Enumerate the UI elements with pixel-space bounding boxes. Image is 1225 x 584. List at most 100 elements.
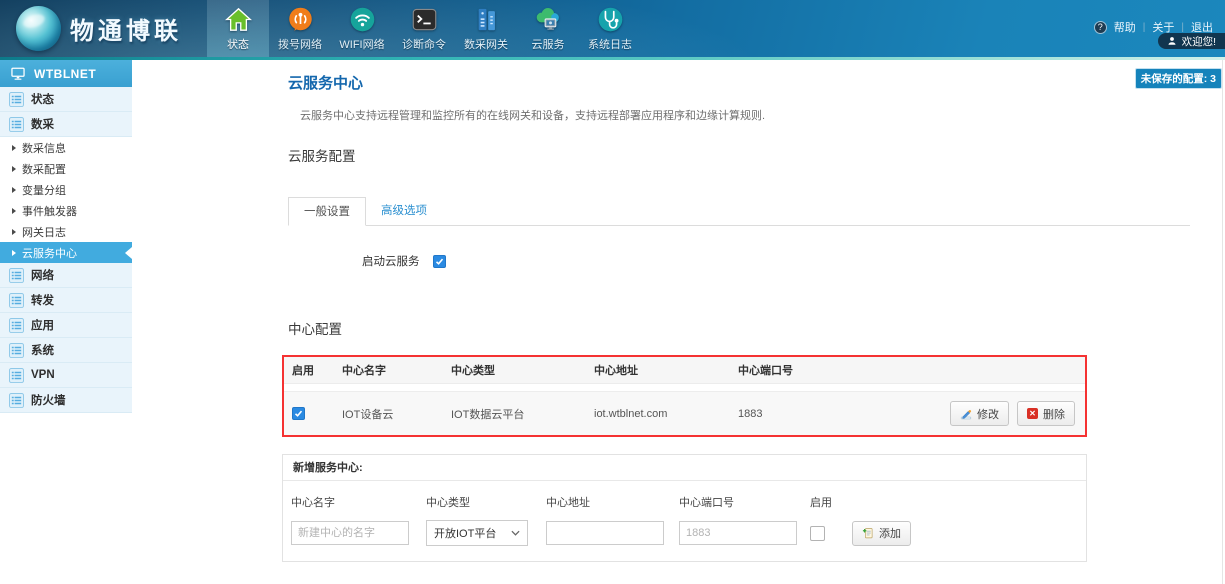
- section-cloud-config-title: 云服务配置: [288, 145, 1190, 165]
- sidebar-item-firewall[interactable]: 防火墙: [0, 388, 132, 413]
- page-title: 云服务中心: [288, 72, 1190, 93]
- new-center-enabled-checkbox[interactable]: [810, 526, 825, 541]
- center-type-select[interactable]: 开放IOT平台: [426, 520, 528, 546]
- center-type-selected-value: 开放IOT平台: [434, 525, 496, 541]
- brand-logo: 物通博联: [16, 6, 182, 51]
- sidebar-subitem-cloud-service-center[interactable]: 云服务中心: [0, 242, 132, 263]
- center-address-input[interactable]: [546, 521, 664, 545]
- caret-right-icon: [12, 145, 16, 151]
- label-center-address: 中心地址: [546, 494, 679, 510]
- list-icon: [9, 318, 24, 333]
- check-icon: [294, 409, 303, 418]
- globe-logo-icon: [16, 6, 61, 51]
- device-name: WTBLNET: [34, 67, 96, 81]
- label-center-name: 中心名字: [291, 494, 426, 510]
- sidebar-item-forward[interactable]: 转发: [0, 288, 132, 313]
- sidebar-item-label: 转发: [31, 292, 54, 308]
- sidebar-subitem-event-trigger[interactable]: 事件触发器: [0, 200, 132, 221]
- col-header-enabled: 启用: [284, 362, 342, 378]
- delete-button[interactable]: ✕ 删除: [1017, 401, 1075, 426]
- center-port-input[interactable]: [679, 521, 797, 545]
- sidebar-item-network[interactable]: 网络: [0, 263, 132, 288]
- top-header: 物通博联 状态 拨号网络 WIFI网络 诊断命令: [0, 0, 1225, 57]
- main-area: 未保存的配置: 3 云服务中心 云服务中心支持远程管理和监控所有的在线网关和设备…: [132, 60, 1225, 584]
- sidebar-subitem-label: 事件触发器: [22, 203, 77, 219]
- add-button-label: 添加: [879, 525, 901, 541]
- center-name-input[interactable]: [291, 521, 409, 545]
- list-icon: [9, 92, 24, 107]
- cell-center-name: IOT设备云: [342, 406, 451, 422]
- sidebar-item-vpn[interactable]: VPN: [0, 363, 132, 388]
- caret-right-icon: [12, 166, 16, 172]
- col-header-type: 中心类型: [451, 362, 594, 378]
- sidebar-subitem-daq-config[interactable]: 数采配置: [0, 158, 132, 179]
- nav-label: 拨号网络: [278, 36, 322, 52]
- nav-item-cloud-service[interactable]: 云服务: [517, 0, 579, 57]
- welcome-pill[interactable]: 欢迎您!: [1158, 33, 1225, 49]
- label-center-port: 中心端口号: [679, 494, 810, 510]
- caret-right-icon: [12, 208, 16, 214]
- sidebar-item-label: 数采: [31, 116, 54, 132]
- sidebar-subitem-label: 数采配置: [22, 161, 66, 177]
- brand-name: 物通博联: [70, 11, 182, 46]
- sidebar-subitem-gateway-log[interactable]: 网关日志: [0, 221, 132, 242]
- sidebar-subitem-label: 变量分组: [22, 182, 66, 198]
- sidebar-item-label: 网络: [31, 267, 54, 283]
- list-icon: [9, 368, 24, 383]
- monitor-icon: [10, 67, 26, 81]
- col-header-name: 中心名字: [342, 362, 451, 378]
- edit-button[interactable]: 修改: [950, 401, 1009, 426]
- tab-advanced-options[interactable]: 高级选项: [366, 197, 442, 225]
- sidebar-item-system[interactable]: 系统: [0, 338, 132, 363]
- sidebar-subitem-label: 数采信息: [22, 140, 66, 156]
- settings-tabs: 一般设置 高级选项: [288, 197, 1190, 226]
- page-content: 云服务中心 云服务中心支持远程管理和监控所有的在线网关和设备，支持远程部署应用程…: [288, 60, 1190, 584]
- cloud-icon: [534, 5, 562, 33]
- nav-item-dial-network[interactable]: 拨号网络: [269, 0, 331, 57]
- sidebar-item-application[interactable]: 应用: [0, 313, 132, 338]
- add-center-panel: 新增服务中心: 中心名字 中心类型 中心地址 中心端口号 启用 开放IOT平台: [282, 454, 1087, 562]
- sidebar-item-label: VPN: [31, 369, 55, 381]
- nav-item-wifi-network[interactable]: WIFI网络: [331, 0, 393, 57]
- table-header-row: 启用 中心名字 中心类型 中心地址 中心端口号: [284, 357, 1085, 384]
- row-enabled-checkbox[interactable]: [292, 407, 305, 420]
- add-center-inputs: 开放IOT平台 添加: [283, 520, 1086, 546]
- list-icon: [9, 393, 24, 408]
- sidebar-item-daq[interactable]: 数采: [0, 112, 132, 137]
- add-center-labels: 中心名字 中心类型 中心地址 中心端口号 启用: [283, 494, 1086, 510]
- cell-center-port: 1883: [738, 408, 957, 420]
- enable-cloud-checkbox[interactable]: [433, 255, 446, 268]
- stethoscope-icon: [596, 5, 624, 33]
- nav-item-status[interactable]: 状态: [207, 0, 269, 57]
- add-button[interactable]: 添加: [852, 521, 911, 546]
- edit-button-label: 修改: [977, 406, 999, 422]
- nav-label: 系统日志: [588, 36, 632, 52]
- top-nav: 状态 拨号网络 WIFI网络 诊断命令 数采网关: [207, 0, 641, 57]
- dial-network-icon: [286, 5, 314, 33]
- nav-item-system-log[interactable]: 系统日志: [579, 0, 641, 57]
- sidebar-device-title: WTBLNET: [0, 60, 132, 87]
- table-gap: [284, 384, 1085, 391]
- nav-label: 状态: [227, 36, 249, 52]
- nav-label: 云服务: [532, 36, 565, 52]
- cell-center-address: iot.wtblnet.com: [594, 408, 738, 420]
- tab-general-settings[interactable]: 一般设置: [288, 197, 366, 226]
- nav-label: WIFI网络: [339, 36, 384, 52]
- caret-right-icon: [12, 250, 16, 256]
- list-icon: [9, 343, 24, 358]
- terminal-icon: [410, 5, 438, 33]
- sidebar-subitem-label: 网关日志: [22, 224, 66, 240]
- nav-item-daq-gateway[interactable]: 数采网关: [455, 0, 517, 57]
- help-link[interactable]: 帮助: [1114, 19, 1136, 35]
- sidebar-item-label: 系统: [31, 342, 54, 358]
- sidebar-subitem-variable-group[interactable]: 变量分组: [0, 179, 132, 200]
- table-row: IOT设备云 IOT数据云平台 iot.wtblnet.com 1883 修改 …: [284, 391, 1085, 435]
- sidebar-item-status[interactable]: 状态: [0, 87, 132, 112]
- help-icon: ?: [1094, 21, 1107, 34]
- nav-item-diagnostic-command[interactable]: 诊断命令: [393, 0, 455, 57]
- sidebar-subitem-daq-info[interactable]: 数采信息: [0, 137, 132, 158]
- list-icon: [9, 293, 24, 308]
- chevron-down-icon: [511, 530, 520, 536]
- sidebar-item-label: 应用: [31, 317, 54, 333]
- delete-button-label: 删除: [1043, 406, 1065, 422]
